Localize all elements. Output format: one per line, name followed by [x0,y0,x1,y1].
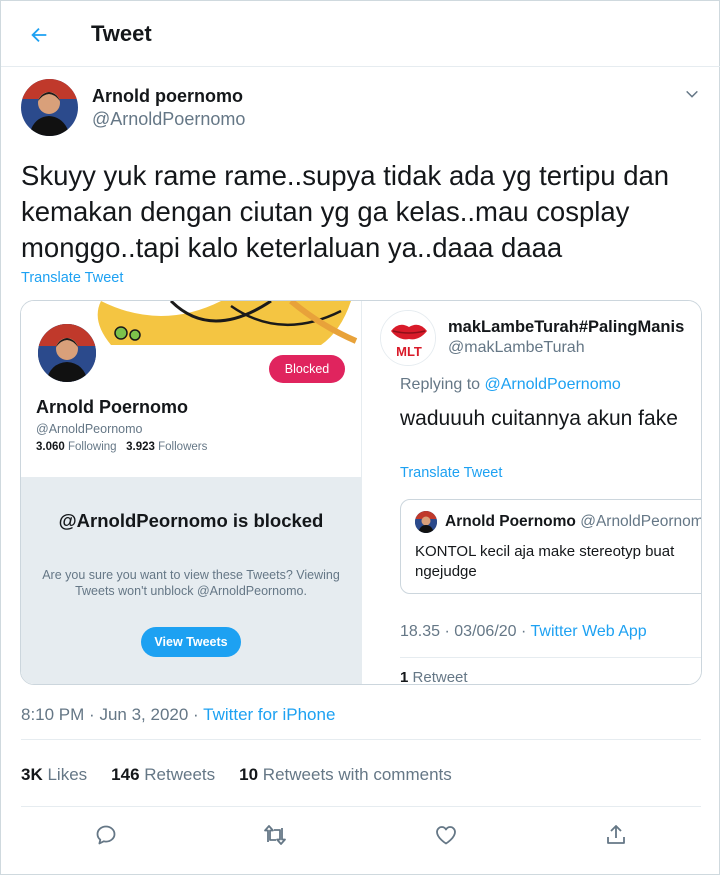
retweets-stat[interactable]: 146 Retweets [111,765,215,785]
followers-count: 3.923 [126,441,155,453]
replying-to: Replying to @ArnoldPoernomo [400,376,621,394]
quoted-text: KONTOL kecil aja make stereotyp buat nge… [415,543,675,580]
author-name[interactable]: Arnold poernomo [92,86,243,107]
profile-screenshot: Blocked Arnold Poernomo @ArnoldPeornomo … [21,301,361,684]
heart-icon [436,826,456,845]
author-handle[interactable]: @ArnoldPoernomo [92,109,245,130]
reply-retweet-count: 1 [400,669,409,685]
blocked-badge: Blocked [269,355,345,383]
reply-author-handle: @makLambeTurah [448,339,585,356]
quote-tweets-count: 10 [239,765,259,784]
more-options-button[interactable] [681,83,703,105]
chevron-down-icon [686,90,698,98]
followers-label: Followers [158,441,208,453]
reply-retweet-label: Retweet [412,669,468,685]
tweet-image[interactable]: Blocked Arnold Poernomo @ArnoldPeornomo … [20,300,702,685]
tweet-timestamp: 8:10 PM · Jun 3, 2020 · Twitter for iPho… [21,705,335,725]
reply-date: 03/06/20 [454,623,517,640]
blocked-description: Are you sure you want to view these Twee… [42,568,340,598]
share-icon [607,825,625,844]
reply-button[interactable] [92,821,120,849]
blocked-profile-name: Arnold Poernomo [36,397,188,417]
action-bar [1,813,720,857]
retweets-count: 146 [111,765,140,784]
quoted-author: Arnold Poernomo @ArnoldPeornom [445,513,702,531]
blocked-profile-avatar [35,321,99,385]
retweet-icon [264,825,286,845]
likes-count: 3K [21,765,43,784]
quoted-avatar [415,511,437,533]
share-button[interactable] [602,821,630,849]
reply-text: waduuuh cuitannya akun fake [400,407,678,430]
translate-tweet-link[interactable]: Translate Tweet [21,270,123,286]
reply-icon [96,825,116,845]
reply-divider [400,657,701,658]
meta-separator: · [89,705,95,724]
quote-tweets-stat[interactable]: 10 Retweets with comments [239,765,452,785]
tweet-page: Tweet Arnold poernomo @ArnoldPoernomo Sk… [0,0,720,875]
like-button[interactable] [432,821,460,849]
quoted-tweet: Arnold Poernomo @ArnoldPeornom KONTOL ke… [400,499,702,594]
replying-to-handle: @ArnoldPoernomo [484,376,621,393]
retweets-label: Retweets [144,765,216,784]
tweet-date[interactable]: Jun 3, 2020 [99,705,188,724]
mlt-logo-text: MLT [396,344,422,359]
reply-translate-link: Translate Tweet [400,465,503,481]
following-label: Following [67,441,117,453]
meta-separator: · [193,705,199,724]
reply-time: 18.35 [400,623,441,640]
divider [21,806,701,807]
replying-prefix: Replying to [400,376,481,393]
quoted-name: Arnold Poernomo [445,513,576,530]
back-button[interactable] [21,17,57,53]
likes-stat[interactable]: 3K Likes [21,765,87,785]
author-avatar[interactable] [21,79,78,136]
quote-tweets-label: Retweets with comments [262,765,452,784]
retweet-button[interactable] [261,821,289,849]
quoted-handle: @ArnoldPeornom [580,513,702,530]
blocked-profile-handle: @ArnoldPeornomo [36,422,143,436]
blocked-profile-stats: 3.060 Following 3.923 Followers [36,441,207,453]
divider [21,739,701,740]
tweet-text: Skuyy yuk rame rame..supya tidak ada yg … [21,160,670,263]
arrow-left-icon [31,27,47,43]
tweet-source-link[interactable]: Twitter for iPhone [203,705,335,724]
blocked-notice: @ArnoldPeornomo is blocked Are you sure … [21,477,361,684]
reply-meta: 18.35 · 03/06/20 · Twitter Web App [400,623,647,640]
reply-source: Twitter Web App [530,623,647,640]
mlt-logo: MLT [380,310,436,366]
view-tweets-button: View Tweets [141,627,241,657]
reply-author-name: makLambeTurah#PalingManis [448,318,685,336]
likes-label: Likes [47,765,88,784]
reply-screenshot: MLT makLambeTurah#PalingManis @makLambeT… [361,301,702,685]
tweet-time[interactable]: 8:10 PM [21,705,84,724]
following-count: 3.060 [36,441,65,453]
page-title: Tweet [91,21,152,46]
reply-retweets: 1 Retweet [400,669,468,685]
tweet-stats: 3K Likes 146 Retweets 10 Retweets with c… [21,765,476,785]
header: Tweet [1,1,720,67]
blocked-title: @ArnoldPeornomo is blocked [58,510,324,531]
